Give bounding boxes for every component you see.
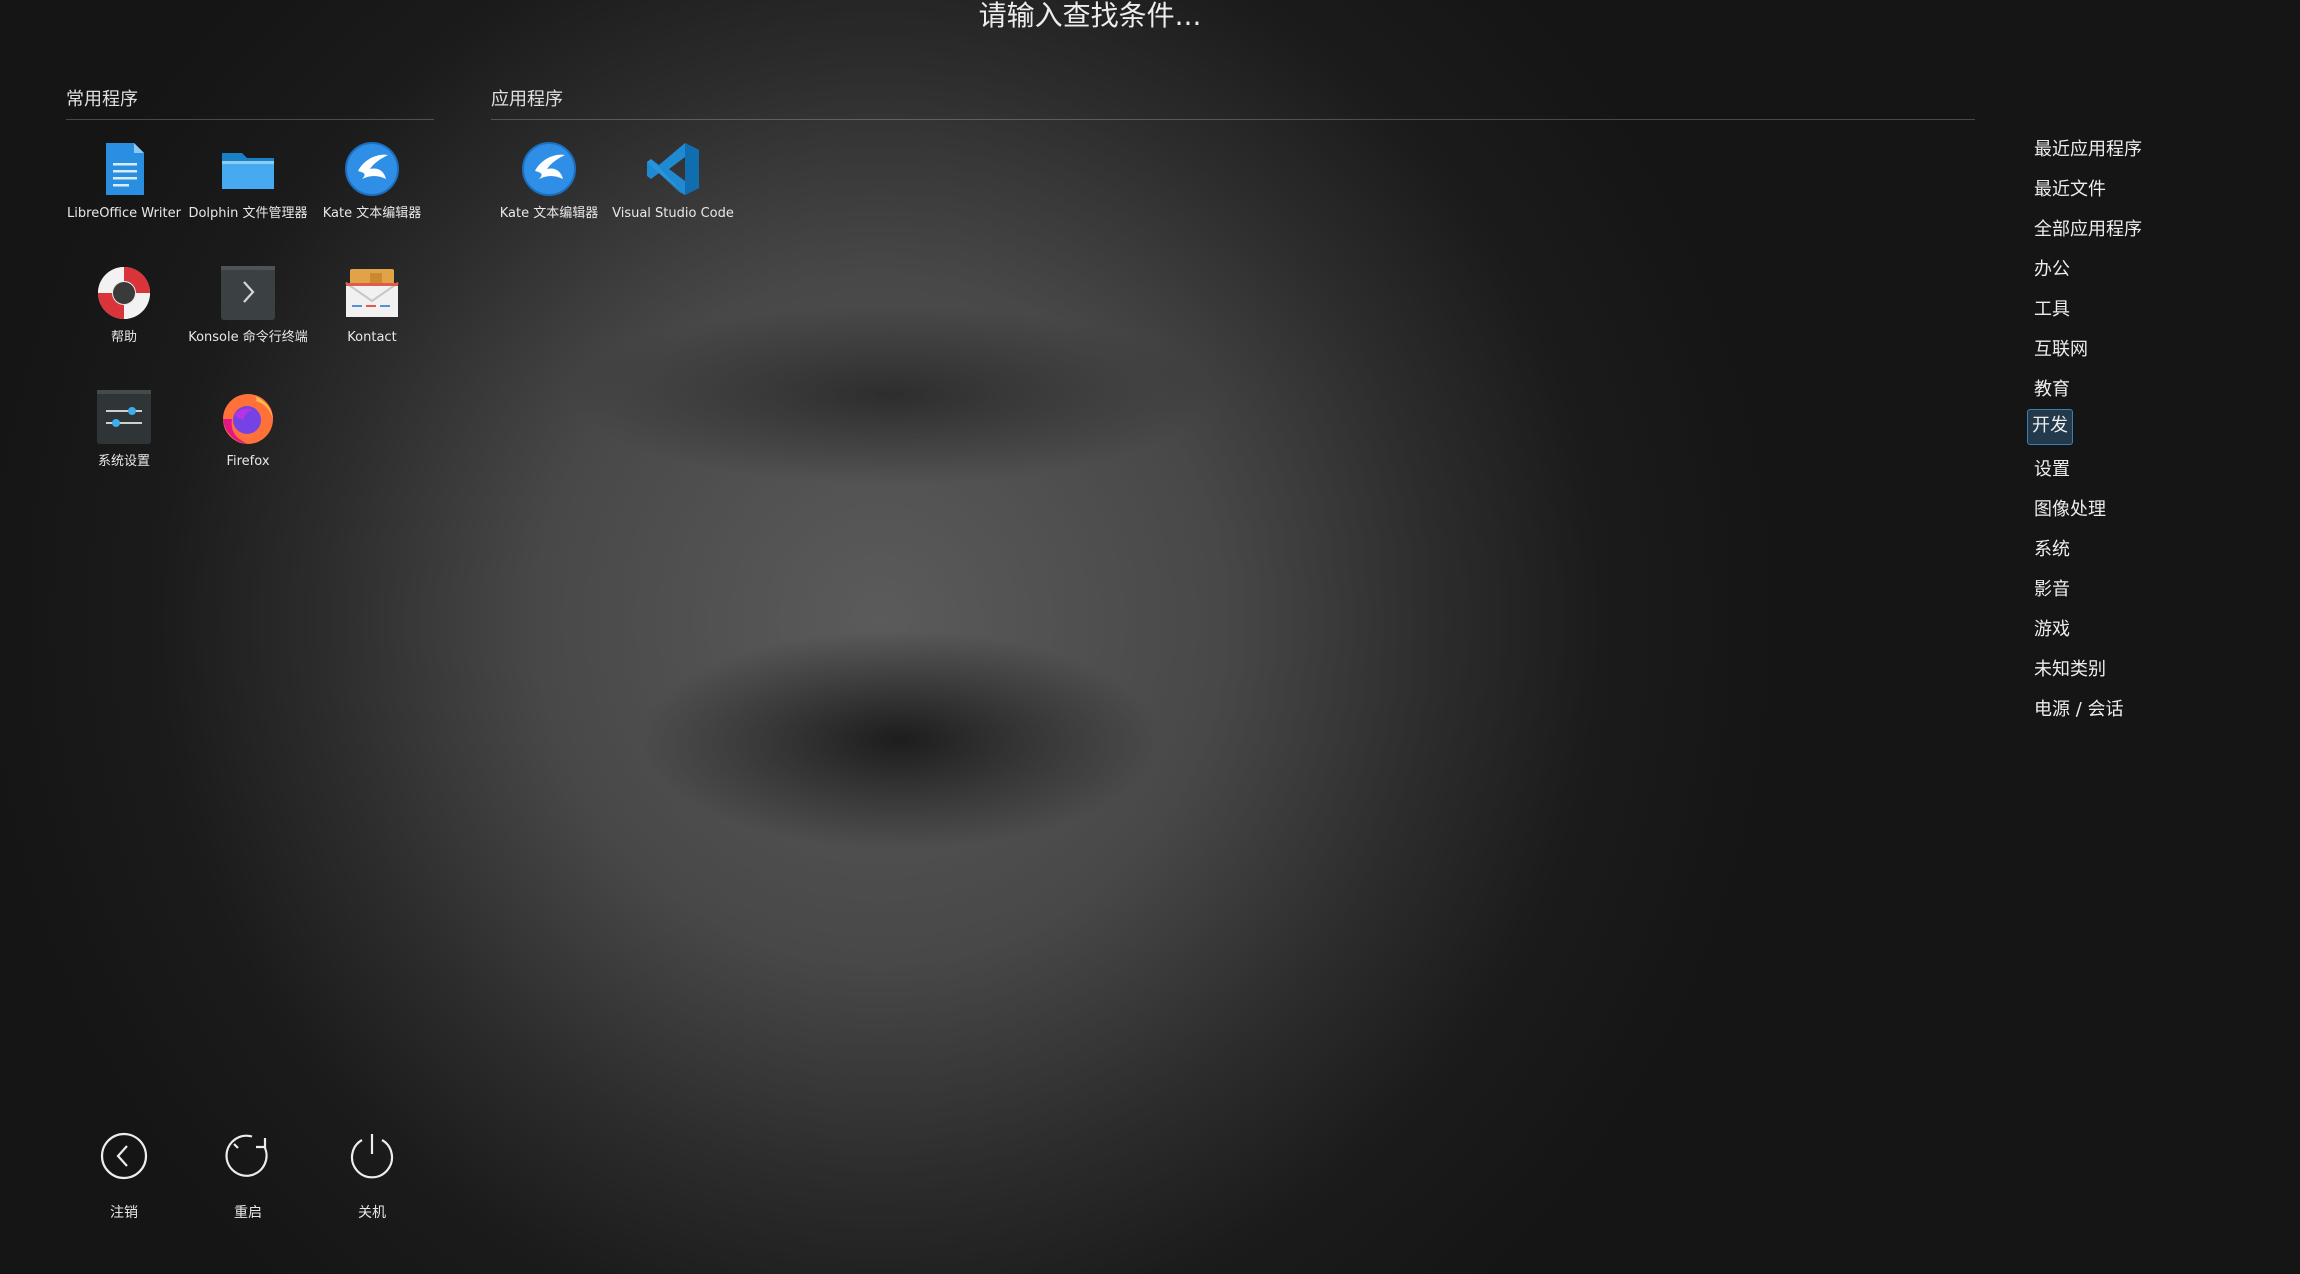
tile-label: Konsole 命令行终端: [188, 330, 308, 345]
logout-icon: [100, 1132, 148, 1180]
category-office[interactable]: 办公: [2030, 253, 2074, 287]
kate-icon: [522, 142, 576, 196]
category-games[interactable]: 游戏: [2030, 613, 2074, 647]
shutdown-label: 关机: [358, 1205, 386, 1221]
category-system[interactable]: 系统: [2030, 533, 2074, 567]
shutdown-icon: [350, 1134, 394, 1179]
tile-label: Visual Studio Code: [612, 206, 734, 221]
system-settings-icon: [97, 390, 151, 444]
tile-label: 帮助: [110, 330, 137, 345]
category-power-session[interactable]: 电源 / 会话: [2030, 693, 2128, 727]
app-kate[interactable]: Kate 文本编辑器: [487, 135, 611, 255]
category-uncategorized[interactable]: 未知类别: [2030, 653, 2110, 687]
kontact-mail-icon: [345, 269, 399, 317]
category-internet[interactable]: 互联网: [2030, 333, 2092, 367]
libreoffice-writer-icon: [106, 143, 144, 195]
applications-section-title: 应用程序: [491, 85, 1975, 120]
konsole-terminal-icon: [221, 266, 275, 320]
tile-label: Kate 文本编辑器: [322, 206, 422, 221]
category-development[interactable]: 开发: [2027, 409, 2073, 445]
restart-button[interactable]: 重启: [186, 1128, 310, 1228]
restart-icon: [225, 1134, 268, 1177]
category-education[interactable]: 教育: [2030, 373, 2074, 407]
favorite-kate[interactable]: Kate 文本编辑器: [310, 135, 434, 255]
tile-label: Firefox: [226, 454, 270, 469]
category-multimedia[interactable]: 影音: [2030, 573, 2074, 607]
logout-label: 注销: [110, 1205, 138, 1221]
tile-label: Kontact: [347, 330, 397, 345]
category-utilities[interactable]: 工具: [2030, 293, 2074, 327]
help-lifebuoy-icon: [98, 267, 150, 319]
category-settings[interactable]: 设置: [2030, 453, 2074, 487]
vscode-icon: [647, 143, 699, 195]
category-recent-files[interactable]: 最近文件: [2030, 173, 2110, 207]
tile-label: LibreOffice Writer: [67, 206, 181, 221]
favorite-system-settings[interactable]: 系统设置: [62, 383, 186, 503]
favorite-firefox[interactable]: Firefox: [186, 383, 310, 503]
kate-icon: [345, 142, 399, 196]
firefox-icon: [223, 394, 273, 444]
favorites-section-title: 常用程序: [66, 85, 434, 120]
category-graphics[interactable]: 图像处理: [2030, 493, 2110, 527]
favorite-kontact[interactable]: Kontact: [310, 259, 434, 379]
favorite-libreoffice-writer[interactable]: LibreOffice Writer: [62, 135, 186, 255]
app-vscode[interactable]: Visual Studio Code: [611, 135, 735, 255]
favorite-dolphin[interactable]: Dolphin 文件管理器: [186, 135, 310, 255]
dolphin-folder-icon: [222, 153, 274, 189]
tile-label: Kate 文本编辑器: [499, 206, 599, 221]
category-recent-apps[interactable]: 最近应用程序: [2030, 133, 2146, 167]
tile-label: 系统设置: [97, 454, 150, 469]
tile-label: Dolphin 文件管理器: [188, 206, 308, 221]
favorite-konsole[interactable]: Konsole 命令行终端: [186, 259, 310, 379]
category-all-apps[interactable]: 全部应用程序: [2030, 213, 2146, 247]
shutdown-button[interactable]: 关机: [310, 1128, 434, 1228]
restart-label: 重启: [234, 1205, 262, 1221]
logout-button[interactable]: 注销: [62, 1128, 186, 1228]
favorite-help[interactable]: 帮助: [62, 259, 186, 379]
search-field[interactable]: 请输入查找条件...: [0, 0, 2180, 32]
